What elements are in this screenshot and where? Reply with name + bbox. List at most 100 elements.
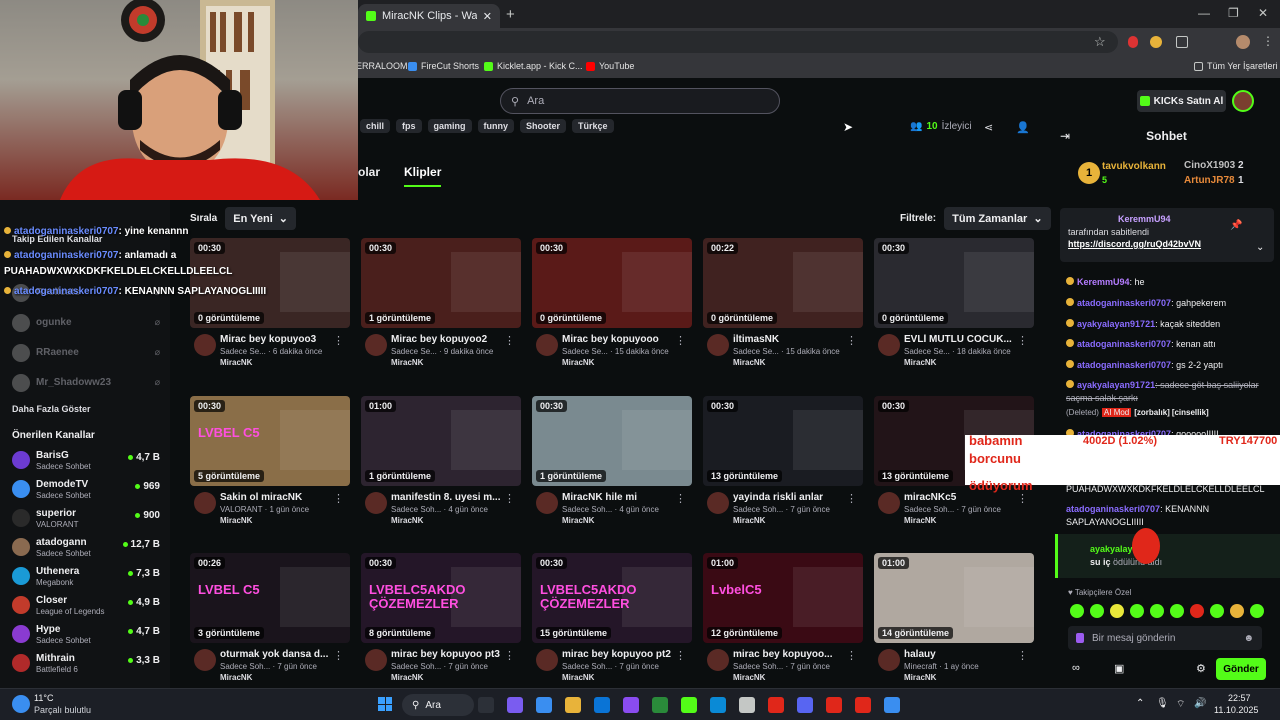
sort-dropdown[interactable]: En Yeni ⌄ <box>225 207 297 230</box>
clip-title[interactable]: Sakin ol miracNK <box>220 492 332 503</box>
follow-user-icon[interactable]: 👤 <box>1016 121 1030 134</box>
chat-username[interactable]: atadoganinaskeri0707 <box>1077 298 1171 308</box>
mic-tray-icon[interactable]: 🎙 <box>1156 698 1169 709</box>
more-options-icon[interactable]: ⋮ <box>333 649 344 662</box>
taskbar-app-icon[interactable] <box>594 697 610 713</box>
tab-videos[interactable]: olar <box>358 165 380 187</box>
filter-dropdown[interactable]: Tüm Zamanlar ⌄ <box>944 207 1051 230</box>
close-tab-icon[interactable]: ✕ <box>483 10 492 23</box>
tray-chevron-icon[interactable]: ⌃ <box>1136 698 1144 709</box>
clip-thumbnail[interactable]: 01:00 14 görüntüleme <box>874 553 1034 643</box>
clip-channel[interactable]: MiracNK <box>733 516 863 525</box>
sidebar-item-recommended[interactable]: DemodeTV Sadece Sohbet 969 <box>8 478 160 504</box>
chat-username[interactable]: atadoganinaskeri0707 <box>1077 360 1171 370</box>
taskbar-app-icon[interactable] <box>478 697 494 713</box>
clip-card[interactable]: 00:30 0 görüntüleme Mirac bey kopuyooo Sade… <box>532 238 692 378</box>
emote-icon[interactable] <box>1170 604 1184 618</box>
chat-username[interactable]: ayakyalayan91721 <box>1077 380 1155 390</box>
user-avatar[interactable] <box>1232 90 1254 112</box>
channel-avatar[interactable] <box>365 334 387 356</box>
clip-title[interactable]: mirac bey kopuyoo pt2 <box>562 649 674 660</box>
link-icon[interactable]: ∞ <box>1072 662 1080 674</box>
maximize-button[interactable]: ❐ <box>1228 6 1239 20</box>
weather-temp[interactable]: 11°C <box>34 693 53 703</box>
share-icon[interactable]: ⋖ <box>984 121 993 134</box>
more-options-icon[interactable]: ⋮ <box>846 649 857 662</box>
taskbar-app-icon[interactable] <box>797 697 813 713</box>
sidebar-item-recommended[interactable]: superior VALORANT 900 <box>8 507 160 533</box>
more-options-icon[interactable]: ⋮ <box>504 334 515 347</box>
gear-icon[interactable]: ⚙ <box>1196 662 1206 675</box>
tag-chip[interactable]: funny <box>477 119 515 133</box>
taskbar-app-icon[interactable] <box>710 697 726 713</box>
pin-icon[interactable]: 📌 <box>1230 220 1242 231</box>
clip-thumbnail[interactable]: 00:30 0 görüntüleme <box>532 238 692 328</box>
clip-channel[interactable]: MiracNK <box>391 516 521 525</box>
chat-username[interactable]: KeremmU94 <box>1077 277 1130 287</box>
tag-chip[interactable]: Türkçe <box>572 119 614 133</box>
taskbar-app-icon[interactable] <box>565 697 581 713</box>
taskbar-app-icon[interactable] <box>884 697 900 713</box>
taskbar-app-icon[interactable] <box>681 697 697 713</box>
taskbar-app-icon[interactable] <box>739 697 755 713</box>
extension-icon[interactable] <box>1128 36 1138 48</box>
clip-card[interactable]: 01:00 14 görüntüleme halauy Minecraft · 1 a… <box>874 553 1034 693</box>
more-options-icon[interactable]: ⋮ <box>333 492 344 505</box>
bookmark-item[interactable]: FireCut Shorts <box>408 61 479 71</box>
clip-thumbnail[interactable]: 00:30 1 görüntüleme <box>361 238 521 328</box>
bookmark-star-icon[interactable]: ☆ <box>1094 34 1106 50</box>
channel-avatar[interactable] <box>194 649 216 671</box>
channel-avatar[interactable] <box>536 334 558 356</box>
clip-title[interactable]: Mirac bey kopuyooo <box>562 334 674 345</box>
clip-title[interactable]: mirac bey kopuyoo... <box>733 649 845 660</box>
clip-thumbnail[interactable]: LvbelC5 01:00 12 görüntüleme <box>703 553 863 643</box>
clip-title[interactable]: MiracNK hile mi <box>562 492 674 503</box>
more-options-icon[interactable]: ⋮ <box>1017 649 1028 662</box>
profile-avatar[interactable] <box>1236 35 1250 49</box>
emote-icon[interactable] <box>1230 604 1244 618</box>
chevron-down-icon[interactable]: ⌄ <box>1256 242 1264 253</box>
clip-channel[interactable]: MiracNK <box>733 673 863 682</box>
clip-channel[interactable]: MiracNK <box>904 516 1034 525</box>
clip-thumbnail[interactable]: 00:30 13 görüntüleme <box>703 396 863 486</box>
clip-title[interactable]: miracNKc5 <box>904 492 1016 503</box>
new-tab-button[interactable]: + <box>506 6 515 23</box>
clip-title[interactable]: yayinda riskli anlar <box>733 492 845 503</box>
taskbar-app-icon[interactable] <box>507 697 523 713</box>
more-options-icon[interactable]: ⋮ <box>504 492 515 505</box>
clip-card[interactable]: LvbelC5 01:00 12 görüntüleme mirac bey kopu… <box>703 553 863 693</box>
sidebar-item-recommended[interactable]: BarisG Sadece Sohbet 4,7 B <box>8 449 160 475</box>
channel-avatar[interactable] <box>365 649 387 671</box>
search-input[interactable]: ⚲ Ara <box>500 88 780 114</box>
clip-channel[interactable]: MiracNK <box>562 358 692 367</box>
clip-card[interactable]: 01:00 1 görüntüleme manifestin 8. uyesi m.… <box>361 396 521 536</box>
browser-tab[interactable]: MiracNK Clips - Watch Live on ✕ <box>358 4 500 28</box>
clip-thumbnail[interactable]: 00:30 0 görüntüleme <box>874 238 1034 328</box>
clip-thumbnail[interactable]: LVBEL C5 00:26 3 görüntüleme <box>190 553 350 643</box>
address-bar[interactable] <box>358 31 1118 53</box>
clock-time[interactable]: 22:57 <box>1228 693 1251 703</box>
top-gifter-1[interactable]: tavukvolkann <box>1102 161 1166 172</box>
chat-username[interactable]: ayakyalayan91721 <box>1077 319 1155 329</box>
channel-avatar[interactable] <box>536 649 558 671</box>
chat-input[interactable]: Bir mesaj gönderin ☻ <box>1068 626 1262 650</box>
clip-title[interactable]: Mirac bey kopuyoo3 <box>220 334 332 345</box>
clip-title[interactable]: Mirac bey kopuyoo2 <box>391 334 503 345</box>
extensions-puzzle-icon[interactable] <box>1176 36 1188 48</box>
more-options-icon[interactable]: ⋮ <box>1017 334 1028 347</box>
minimize-button[interactable]: — <box>1198 6 1210 20</box>
bookmark-item[interactable]: Kicklet.app - Kick C... <box>484 61 583 71</box>
clip-title[interactable]: halauy <box>904 649 1016 660</box>
tag-chip[interactable]: Shooter <box>520 119 567 133</box>
emote-icon[interactable] <box>1150 604 1164 618</box>
channel-avatar[interactable] <box>878 649 900 671</box>
chat-username[interactable]: atadoganinaskeri0707 <box>1077 339 1171 349</box>
taskbar-app-icon[interactable] <box>826 697 842 713</box>
tag-chip[interactable]: fps <box>396 119 422 133</box>
clip-card[interactable]: LVBEL C5 00:30 5 görüntüleme Sakin ol mirac… <box>190 396 350 536</box>
clip-title[interactable]: mirac bey kopuyoo pt3 <box>391 649 503 660</box>
clip-thumbnail[interactable]: 00:30 1 görüntüleme <box>532 396 692 486</box>
clip-thumbnail[interactable]: 00:22 0 görüntüleme <box>703 238 863 328</box>
emote-icon[interactable] <box>1070 604 1084 618</box>
clip-thumbnail[interactable]: 01:00 1 görüntüleme <box>361 396 521 486</box>
